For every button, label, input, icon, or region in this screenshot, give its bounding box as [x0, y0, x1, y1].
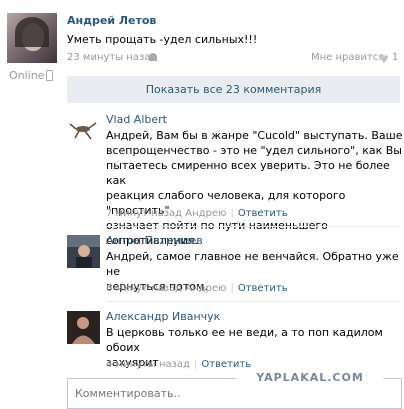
comment-author-avatar[interactable]: [67, 113, 100, 146]
post-author-name[interactable]: Андрей Летов: [67, 14, 156, 27]
comment-divider: [106, 226, 400, 227]
post-text: Уметь прощать -удел сильных!!!: [67, 33, 258, 46]
watermark-logo: YAPLAKAL.COM: [237, 370, 383, 386]
reply-button[interactable]: Ответить: [238, 208, 288, 219]
comment-author-avatar[interactable]: [67, 311, 100, 344]
comment-text-line: пытаетесь смиренно всех уверить. Это не …: [106, 159, 390, 187]
post-author-avatar[interactable]: [7, 13, 57, 63]
comment-meta: 4 минуты назад | Ответить: [106, 359, 251, 370]
like-count: 1: [392, 52, 399, 63]
show-all-comments-button[interactable]: Показать все 23 комментария: [67, 76, 400, 103]
comment-text-line: всепрощенчество - это не "удел сильного"…: [106, 144, 402, 157]
heart-icon[interactable]: ♥: [379, 53, 389, 66]
comment-timestamp[interactable]: 6 минут назад Андрею: [106, 283, 226, 294]
comment-timestamp[interactable]: 7 минут назад Андрею: [106, 208, 226, 219]
android-icon: [149, 53, 157, 61]
comment-author-name[interactable]: Александр Иванчук: [106, 310, 220, 323]
comment-divider: [106, 301, 400, 302]
comment-text-line: Андрей, Вам бы в жанре "Cucold" выступат…: [106, 129, 403, 142]
mobile-phone-icon: [46, 70, 53, 81]
comment-text-line: В церковь только ее не веди, а то поп ка…: [106, 326, 383, 354]
comment-timestamp[interactable]: 4 минуты назад: [106, 359, 190, 370]
comment-author-name[interactable]: Антон Патрушев: [106, 234, 203, 247]
meta-separator: |: [230, 283, 234, 294]
comment-author-avatar[interactable]: [67, 235, 100, 268]
meta-separator: |: [230, 208, 234, 219]
like-button[interactable]: Мне нравится: [311, 52, 384, 63]
reply-button[interactable]: Ответить: [238, 283, 288, 294]
comment-meta: 6 минут назад Андрею | Ответить: [106, 283, 288, 294]
meta-separator: |: [193, 359, 198, 370]
comment-author-name[interactable]: Vlad Albert: [106, 113, 167, 126]
post-timestamp[interactable]: 23 минуты назад: [67, 52, 157, 63]
reply-button[interactable]: Ответить: [201, 359, 251, 370]
comment-text-line: Андрей, самое главное не венчайся. Обрат…: [106, 250, 399, 278]
online-status: Online: [9, 69, 45, 82]
comment-input-placeholder: Комментировать..: [75, 387, 181, 400]
comment-text: Андрей, Вам бы в жанре "Cucold" выступат…: [106, 128, 404, 248]
comment-meta: 7 минут назад Андрею | Ответить: [106, 208, 288, 219]
